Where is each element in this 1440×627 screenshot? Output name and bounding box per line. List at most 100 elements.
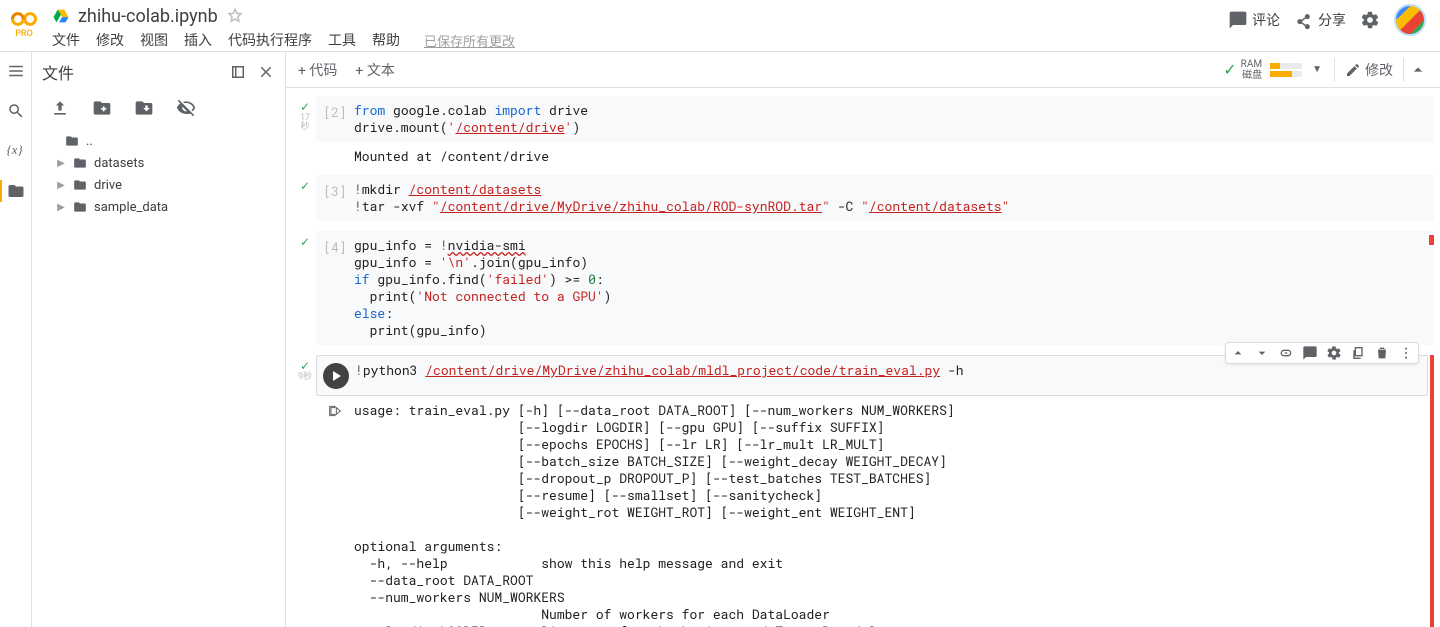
notebook-title[interactable]: zhihu-colab.ipynb (78, 6, 218, 27)
menu-help[interactable]: 帮助 (372, 30, 400, 50)
pencil-icon (1345, 62, 1361, 78)
toggle-hidden-icon[interactable] (176, 98, 196, 118)
refresh-folder-icon[interactable] (92, 98, 112, 118)
sidebar-popout-icon[interactable] (229, 63, 247, 81)
active-rail-marker (0, 180, 2, 202)
parent-dir-label: .. (86, 134, 93, 149)
folder-icon (64, 134, 80, 148)
tree-item-sample-data[interactable]: ▶ sample_data (40, 196, 277, 218)
ram-label: RAM (1241, 59, 1262, 70)
divider (1403, 58, 1404, 82)
status-check-icon: ✓ (300, 359, 310, 373)
share-icon (1294, 10, 1314, 30)
share-label: 分享 (1318, 10, 1346, 30)
link-icon[interactable] (1278, 345, 1294, 361)
colab-logo[interactable]: PRO (8, 4, 40, 44)
run-cell-button[interactable] (323, 363, 349, 389)
add-code-button[interactable]: + 代码 (298, 60, 337, 80)
save-status[interactable]: 已保存所有更改 (424, 31, 515, 50)
chevron-right-icon: ▶ (56, 180, 66, 191)
parent-dir-row[interactable]: .. (40, 130, 277, 152)
avatar[interactable] (1394, 4, 1426, 36)
sidebar-toolbar (32, 92, 285, 128)
settings-button[interactable] (1360, 10, 1380, 30)
play-icon (333, 371, 341, 381)
selection-bar (1430, 355, 1434, 627)
resources-button[interactable]: ✓ RAM 磁盘 ▼ (1223, 59, 1330, 81)
prompt-number: [2] (323, 103, 346, 121)
tree-item-label: drive (94, 178, 122, 193)
mount-drive-icon[interactable] (134, 98, 154, 118)
move-down-icon[interactable] (1254, 345, 1270, 361)
comments-label: 评论 (1252, 10, 1280, 30)
tree-item-label: datasets (94, 156, 144, 171)
code-cell[interactable]: ✓ 17 秒 [2] from google.colab import driv… (294, 96, 1434, 165)
find-tab-icon[interactable] (7, 102, 25, 120)
cell-output: usage: train_eval.py [-h] [--data_root D… (354, 402, 955, 627)
notebook-toolbar: + 代码 + 文本 ✓ RAM 磁盘 ▼ 修改 (286, 52, 1440, 88)
share-button[interactable]: 分享 (1294, 10, 1346, 30)
code-cell-selected[interactable]: ✓ 9秒 (294, 355, 1434, 627)
upload-file-icon[interactable] (50, 98, 70, 118)
tree-item-datasets[interactable]: ▶ datasets (40, 152, 277, 174)
prompt-number: [4] (323, 238, 346, 256)
tree-item-label: sample_data (94, 200, 168, 215)
left-rail: {x} (0, 52, 32, 627)
code-content[interactable]: from google.colab import drive drive.mou… (354, 102, 1434, 136)
menu-insert[interactable]: 插入 (184, 30, 212, 50)
sidebar-title: 文件 (42, 60, 219, 84)
files-tab-icon[interactable] (7, 182, 25, 200)
menu-runtime[interactable]: 代码执行程序 (228, 30, 312, 50)
comment-icon (1228, 10, 1248, 30)
toc-tab-icon[interactable] (7, 62, 25, 80)
comments-button[interactable]: 评论 (1228, 10, 1280, 30)
sidebar-close-icon[interactable] (257, 63, 275, 81)
disk-label: 磁盘 (1241, 70, 1262, 81)
chevron-right-icon: ▶ (56, 158, 66, 169)
output-collapse-icon[interactable] (327, 403, 343, 419)
variables-tab-icon[interactable]: {x} (7, 142, 25, 160)
pro-badge: PRO (15, 29, 33, 39)
check-icon: ✓ (1223, 60, 1236, 79)
code-cell[interactable]: ✓ [4] gpu_info = !nvidia-smi gpu_info = … (294, 231, 1434, 345)
exec-time: 9秒 (298, 373, 312, 382)
delete-icon[interactable] (1374, 345, 1390, 361)
error-indicator (1429, 235, 1434, 245)
status-check-icon: ✓ (300, 235, 310, 249)
comment-icon[interactable] (1302, 345, 1318, 361)
menu-view[interactable]: 视图 (140, 30, 168, 50)
folder-icon (72, 200, 88, 214)
star-icon[interactable] (226, 7, 244, 25)
resource-bars (1270, 63, 1302, 77)
menu-edit[interactable]: 修改 (96, 30, 124, 50)
cell-gear-icon[interactable] (1326, 345, 1342, 361)
code-content[interactable]: !python3 /content/drive/MyDrive/zhihu_co… (355, 362, 1427, 389)
code-content[interactable]: gpu_info = !nvidia-smi gpu_info = '\n'.j… (354, 237, 1434, 339)
add-text-button[interactable]: + 文本 (355, 60, 394, 80)
collapse-header-button[interactable] (1408, 60, 1428, 80)
menu-tools[interactable]: 工具 (328, 30, 356, 50)
code-cell[interactable]: ✓ [3] !mkdir /content/datasets !tar -xvf… (294, 175, 1434, 221)
folder-icon (72, 178, 88, 192)
status-check-icon: ✓ (300, 179, 310, 193)
colab-icon (11, 9, 37, 29)
status-check-icon: ✓ (300, 100, 310, 114)
notebook-area: + 代码 + 文本 ✓ RAM 磁盘 ▼ 修改 (286, 52, 1440, 627)
divider (1334, 58, 1335, 82)
tree-item-drive[interactable]: ▶ drive (40, 174, 277, 196)
edit-label: 修改 (1365, 60, 1393, 80)
chevron-down-icon: ▼ (1312, 64, 1322, 75)
file-tree: .. ▶ datasets ▶ drive ▶ sample_data (32, 128, 285, 220)
move-up-icon[interactable] (1230, 345, 1246, 361)
mirror-icon[interactable] (1350, 345, 1366, 361)
folder-icon (72, 156, 88, 170)
more-icon[interactable] (1398, 345, 1414, 361)
code-content[interactable]: !mkdir /content/datasets !tar -xvf "/con… (354, 181, 1434, 215)
files-sidebar: 文件 .. ▶ datasets ▶ drive (32, 52, 286, 627)
chevron-right-icon: ▶ (56, 202, 66, 213)
edit-toggle-button[interactable]: 修改 (1339, 60, 1399, 80)
exec-time: 17 秒 (300, 114, 310, 132)
menu-file[interactable]: 文件 (52, 30, 80, 50)
top-header: PRO zhihu-colab.ipynb 文件 修改 视图 插入 代码执行程序… (0, 0, 1440, 52)
drive-icon (52, 7, 70, 25)
